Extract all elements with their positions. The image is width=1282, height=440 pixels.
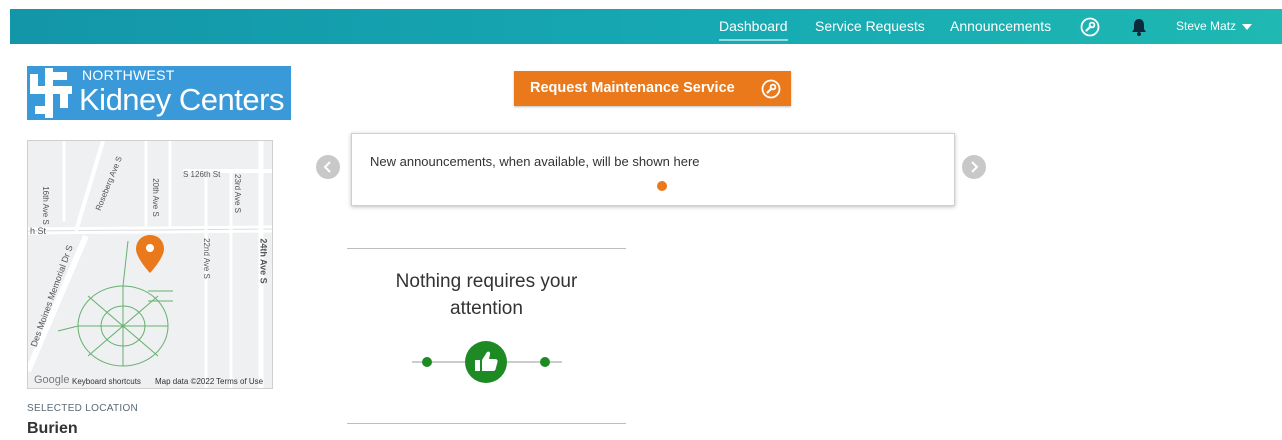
chevron-right-icon xyxy=(971,161,979,173)
map-pin-icon xyxy=(136,235,164,273)
location-map[interactable]: S 126th St Roseberg Ave S 20th Ave S 23r… xyxy=(27,140,273,389)
divider xyxy=(347,423,626,424)
status-message: Nothing requires your attention xyxy=(347,268,626,322)
logo-line1: NORTHWEST xyxy=(82,67,175,83)
wrench-icon xyxy=(761,79,781,99)
carousel-indicator-dot[interactable] xyxy=(657,181,667,191)
selected-location-label: SELECTED LOCATION xyxy=(27,403,139,414)
logo-line2: Kidney Centers xyxy=(79,82,284,117)
map-footer: Google Keyboard shortcuts Map data ©2022… xyxy=(28,373,272,388)
caret-down-icon xyxy=(1242,23,1253,30)
keyboard-shortcuts-link[interactable]: Keyboard shortcuts xyxy=(72,377,141,386)
street-label: 16th Ave S xyxy=(40,186,50,225)
logo-mark-icon xyxy=(30,68,72,118)
user-menu[interactable]: Steve Matz xyxy=(1176,9,1253,44)
street-label: 24th Ave S xyxy=(258,238,269,284)
street-label: 20th Ave S xyxy=(150,178,160,217)
status-message-line2: attention xyxy=(450,298,523,319)
nav-announcements[interactable]: Announcements xyxy=(950,9,1051,44)
street-label: 22nd Ave S xyxy=(201,238,211,279)
selected-location-name: Burien xyxy=(27,420,78,437)
chevron-left-icon xyxy=(323,161,331,173)
street-label: S 126th St xyxy=(183,170,221,179)
carousel-next-button[interactable] xyxy=(962,155,986,179)
status-message-line1: Nothing requires your xyxy=(395,271,578,292)
user-name: Steve Matz xyxy=(1176,19,1237,33)
status-indicator xyxy=(412,341,562,383)
logo: NORTHWEST Kidney Centers xyxy=(27,66,291,120)
carousel-prev-button[interactable] xyxy=(316,155,340,179)
bell-icon[interactable] xyxy=(1129,17,1149,37)
divider xyxy=(347,248,626,249)
announcement-text: New announcements, when available, will … xyxy=(370,154,700,169)
street-label: 23rd Ave S xyxy=(233,174,242,213)
thumbs-up-icon xyxy=(465,341,507,383)
wrench-icon[interactable] xyxy=(1080,17,1100,37)
map-data-label: Map data ©2022 xyxy=(155,377,215,386)
announcement-carousel: New announcements, when available, will … xyxy=(351,133,955,206)
request-maintenance-label: Request Maintenance Service xyxy=(530,80,735,96)
terms-link[interactable]: Terms of Use xyxy=(216,377,263,386)
google-logo: Google xyxy=(34,374,70,386)
street-label: h St xyxy=(30,226,47,236)
top-navbar: Dashboard Service Requests Announcements… xyxy=(10,9,1282,44)
request-maintenance-button[interactable]: Request Maintenance Service xyxy=(514,71,791,106)
nav-service-requests[interactable]: Service Requests xyxy=(815,9,925,44)
nav-dashboard[interactable]: Dashboard xyxy=(719,9,788,44)
